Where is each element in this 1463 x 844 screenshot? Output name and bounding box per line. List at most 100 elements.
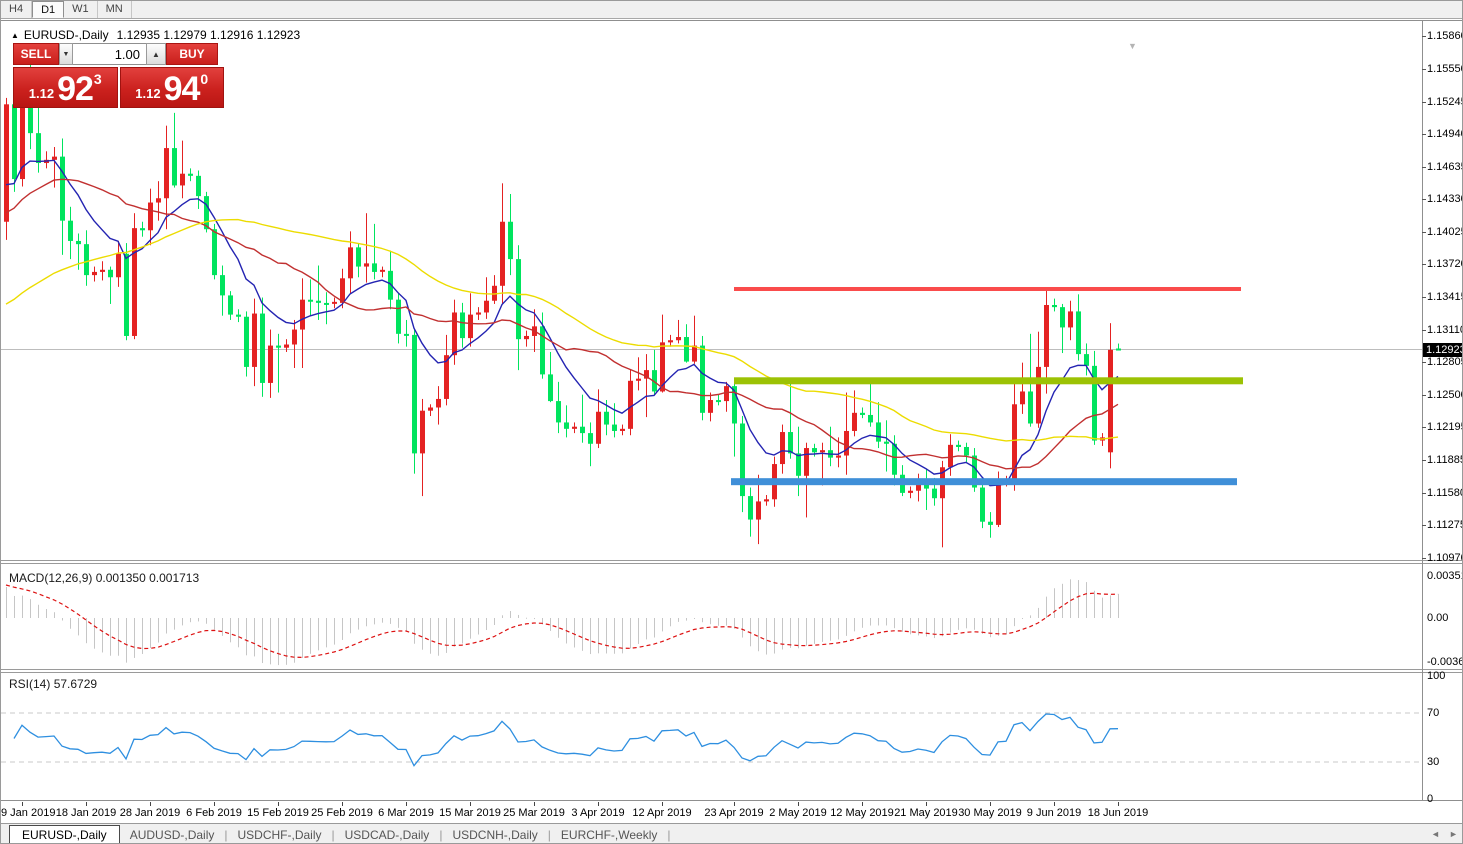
pane-splitter-rsi[interactable] [1, 669, 1463, 673]
candle-doji [1116, 349, 1121, 351]
candle-body [316, 301, 321, 303]
symbol-tab-usdchf[interactable]: USDCHF-,Daily [228, 826, 332, 844]
sell-button[interactable]: SELL [13, 43, 59, 65]
macd-histogram-bar [14, 596, 15, 618]
macd-histogram-bar [342, 618, 343, 640]
timeframe-tab-d1[interactable]: D1 [32, 1, 64, 18]
candle-body [556, 401, 561, 422]
tab-separator: | [667, 828, 670, 842]
date-axis[interactable]: 9 Jan 201918 Jan 201928 Jan 20196 Feb 20… [1, 800, 1463, 822]
resistance-line[interactable] [734, 287, 1241, 291]
macd-histogram-bar [414, 618, 415, 644]
macd-axis-label: 0.003518 [1427, 570, 1463, 582]
candle-body [564, 422, 569, 428]
chart-shift-marker-icon[interactable]: ▼ [1128, 41, 1137, 51]
price-axis-label: 1.14025 [1427, 226, 1463, 238]
macd-histogram-bar [854, 618, 855, 631]
macd-histogram-bar [718, 618, 719, 626]
candle-body [764, 499, 769, 501]
candle-wick [646, 354, 647, 417]
candle-doji [380, 270, 385, 272]
candle-body [348, 247, 353, 278]
tab-scroll-left-icon[interactable]: ◄ [1431, 829, 1440, 839]
pane-splitter-macd[interactable] [1, 560, 1463, 564]
macd-histogram-bar [710, 618, 711, 624]
date-axis-tick [990, 802, 991, 806]
macd-histogram-bar [950, 618, 951, 633]
symbol-collapse-icon[interactable]: ▲ [11, 31, 19, 40]
timeframe-tab-mn[interactable]: MN [98, 1, 132, 18]
macd-histogram-bar [1078, 580, 1079, 618]
candle-body [212, 229, 217, 275]
buy-price-pip: 0 [200, 71, 208, 87]
sell-price-pip: 3 [94, 71, 102, 87]
date-axis-tick [22, 802, 23, 806]
macd-histogram-bar [998, 618, 999, 636]
macd-histogram-bar [502, 615, 503, 618]
timeframe-tab-h4[interactable]: H4 [1, 1, 32, 18]
sell-price-box[interactable]: 1.12923 [13, 67, 118, 108]
symbol-tab-audusd[interactable]: AUDUSD-,Daily [120, 826, 225, 844]
volume-input[interactable] [73, 43, 146, 65]
candle-body [100, 270, 105, 272]
symbol-tab-eurchf[interactable]: EURCHF-,Weekly [551, 826, 667, 844]
macd-histogram-bar [206, 618, 207, 624]
candle-body [748, 496, 753, 519]
candle-body [788, 432, 793, 453]
candle-wick [590, 422, 591, 466]
buy-price-box[interactable]: 1.12940 [120, 67, 225, 108]
candle-body [780, 432, 785, 464]
candle-body [1036, 367, 1041, 424]
candle-body [804, 448, 809, 476]
volume-increase-button[interactable]: ▲ [146, 43, 166, 65]
candle-wick [830, 427, 831, 466]
macd-histogram-bar [70, 618, 71, 629]
price-axis-label: 1.12195 [1427, 421, 1463, 433]
candle-wick [582, 395, 583, 443]
macd-histogram-bar [1054, 588, 1055, 618]
macd-histogram-bar [966, 618, 967, 628]
chevron-up-icon: ▲ [152, 50, 160, 59]
symbol-tab-usdcad[interactable]: USDCAD-,Daily [335, 826, 440, 844]
ma-mid-red [6, 179, 1118, 469]
date-axis-tick [86, 802, 87, 806]
date-axis-tick [470, 802, 471, 806]
price-axis-tick [1422, 102, 1426, 103]
macd-histogram-bar [198, 618, 199, 621]
price-axis-tick [1422, 232, 1426, 233]
candle-body [268, 346, 273, 383]
candle-body [796, 453, 801, 475]
price-axis-tick [1422, 264, 1426, 265]
mid-level-line[interactable] [734, 377, 1243, 384]
symbol-tab-usdcnh[interactable]: USDCNH-,Daily [442, 826, 547, 844]
macd-histogram-bar [6, 587, 7, 618]
macd-histogram-bar [54, 612, 55, 618]
macd-histogram-bar [1118, 594, 1119, 618]
macd-histogram-bar [318, 618, 319, 650]
macd-histogram-bar [334, 618, 335, 645]
support-line[interactable] [731, 478, 1237, 485]
candle-body [868, 415, 873, 422]
macd-histogram-bar [22, 596, 23, 618]
chart-canvas [1, 21, 1463, 822]
macd-histogram-bar [470, 618, 471, 639]
candle-body [676, 337, 681, 340]
symbol-tab-eurusd[interactable]: EURUSD-,Daily [9, 825, 120, 844]
candle-body [476, 312, 481, 314]
rsi-axis-label: 30 [1427, 756, 1439, 768]
macd-histogram-bar [430, 618, 431, 654]
candle-body [500, 222, 505, 286]
macd-histogram-bar [406, 618, 407, 631]
volume-decrease-button[interactable]: ▼ [59, 43, 73, 65]
timeframe-tab-w1[interactable]: W1 [64, 1, 98, 18]
buy-button[interactable]: BUY [166, 43, 218, 65]
candle-body [628, 381, 633, 429]
price-axis-tick [1422, 558, 1426, 559]
tab-scroll-right-icon[interactable]: ► [1449, 829, 1458, 839]
price-axis-tick [1422, 36, 1426, 37]
price-axis-label: 1.15550 [1427, 63, 1463, 75]
macd-histogram-bar [886, 618, 887, 625]
date-axis-label: 12 Apr 2019 [630, 807, 694, 819]
date-axis-tick [406, 802, 407, 806]
candle-body [756, 501, 761, 519]
